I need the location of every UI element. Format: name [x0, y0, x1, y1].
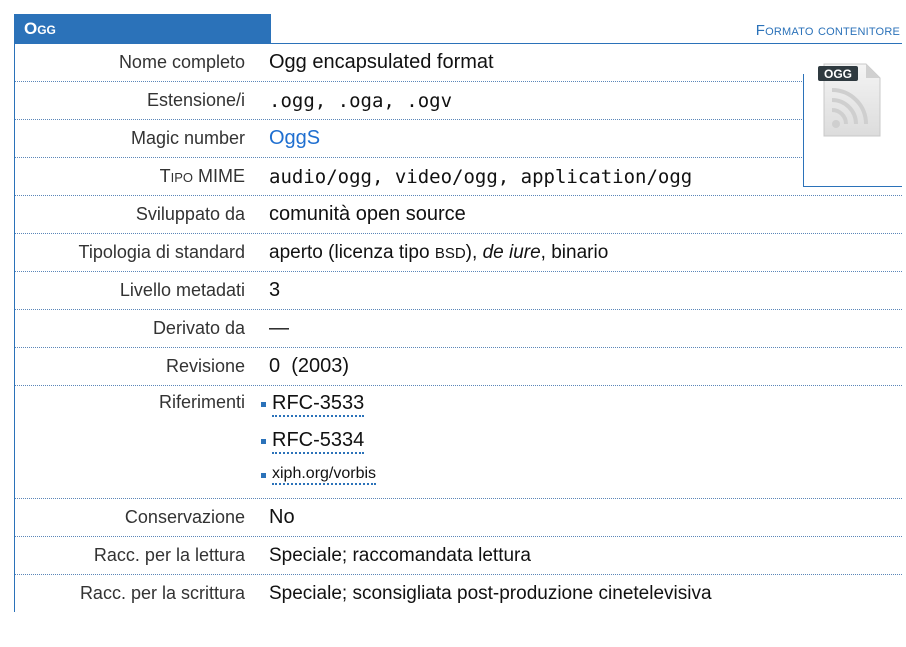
reference-link-rfc3533[interactable]: RFC-3533: [272, 392, 365, 417]
row-full-name: Nome completo Ogg encapsulated format: [15, 44, 902, 82]
label-conservation: Conservazione: [124, 507, 245, 527]
row-reading-recommendation: Racc. per la lettura Speciale; raccomand…: [15, 537, 902, 575]
row-references: Riferimenti RFC-3533 RFC-5334 xiph.org/v…: [15, 386, 902, 499]
row-magic-number: Magic number OggS: [15, 120, 902, 158]
bullet-icon: [261, 402, 266, 407]
reference-item: RFC-3533: [261, 386, 902, 423]
label-writing-recommendation: Racc. per la scrittura: [79, 583, 245, 603]
bullet-icon: [261, 439, 266, 444]
label-reading-recommendation: Racc. per la lettura: [93, 545, 245, 565]
label-references: Riferimenti: [158, 392, 245, 412]
label-revision: Revisione: [165, 356, 245, 376]
label-derived-from: Derivato da: [152, 318, 245, 338]
row-revision: Revisione 0 (2003): [15, 348, 902, 386]
label-developed-by: Sviluppato da: [135, 204, 245, 224]
value-metadata-level: 3: [269, 279, 281, 301]
standard-type-pre: aperto (licenza tipo: [269, 241, 435, 263]
reference-link-xiph[interactable]: xiph.org/vorbis: [272, 465, 377, 485]
value-developed-by: comunità open source: [269, 203, 466, 225]
label-full-name: Nome completo: [118, 52, 245, 72]
label-metadata-level: Livello metadati: [119, 280, 245, 300]
value-revision: 0 (2003): [269, 355, 350, 377]
row-developed-by: Sviluppato da comunità open source: [15, 196, 902, 234]
label-standard-type: Tipologia di standard: [78, 242, 245, 262]
row-metadata-level: Livello metadati 3: [15, 272, 902, 310]
label-extensions: Estensione/i: [146, 90, 245, 110]
reference-item: RFC-5334: [261, 423, 902, 460]
standard-type-post: , binario: [540, 241, 609, 263]
row-mime-type: Tipo MIME audio/ogg, video/ogg, applicat…: [15, 158, 902, 196]
value-writing-recommendation: Speciale; sconsigliata post-produzione c…: [269, 582, 712, 604]
references-list: RFC-3533 RFC-5334 xiph.org/vorbis: [255, 386, 902, 490]
standard-type-bsd: BSD: [434, 244, 466, 262]
value-standard-type: aperto (licenza tipo BSD), de iure, bina…: [255, 242, 902, 264]
properties-table: Nome completo Ogg encapsulated format Es…: [14, 44, 902, 612]
row-conservation: Conservazione No: [15, 499, 902, 537]
reference-link-rfc5334[interactable]: RFC-5334: [272, 429, 365, 454]
value-conservation: No: [269, 506, 295, 528]
header: Ogg Formato contenitore: [14, 14, 902, 44]
row-extensions: Estensione/i .ogg, .oga, .ogv: [15, 82, 902, 120]
row-standard-type: Tipologia di standard aperto (licenza ti…: [15, 234, 902, 272]
format-title: Ogg: [14, 14, 271, 44]
standard-type-italic: de iure: [482, 241, 541, 263]
format-sheet: Ogg Formato contenitore Nome completo Og…: [14, 14, 902, 612]
ogg-badge-label: OGG: [824, 67, 852, 81]
standard-type-mid: ),: [465, 241, 483, 263]
format-category: Formato contenitore: [755, 22, 900, 39]
bullet-icon: [261, 472, 266, 478]
label-mime-type: Tipo MIME: [159, 166, 245, 186]
value-full-name: Ogg encapsulated format: [269, 51, 494, 73]
row-writing-recommendation: Racc. per la scrittura Speciale; sconsig…: [15, 575, 902, 612]
row-derived-from: Derivato da —: [15, 310, 902, 348]
value-reading-recommendation: Speciale; raccomandata lettura: [269, 544, 531, 566]
value-derived-from: —: [269, 317, 289, 339]
label-magic-number: Magic number: [130, 128, 245, 148]
ogg-file-icon: OGG: [818, 63, 881, 137]
reference-item: xiph.org/vorbis: [261, 460, 902, 490]
